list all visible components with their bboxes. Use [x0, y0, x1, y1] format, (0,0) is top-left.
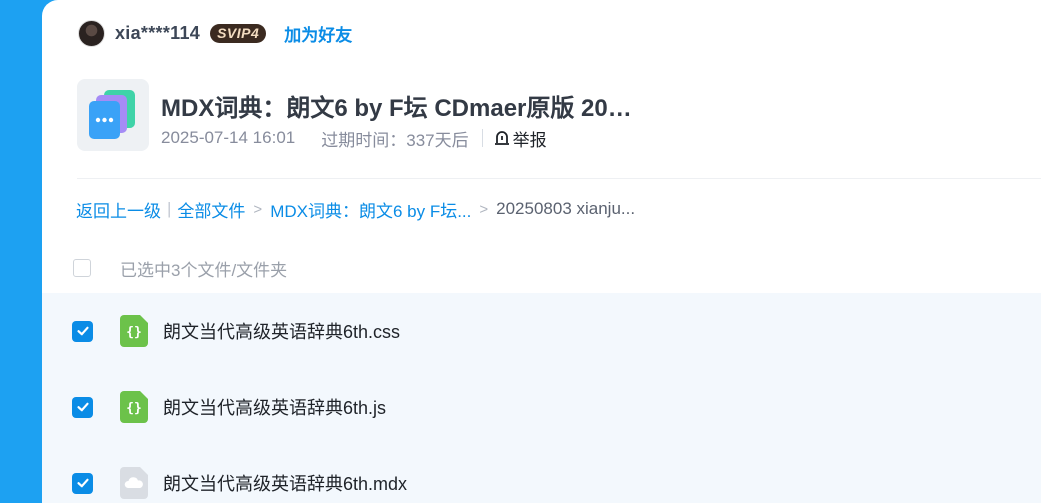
chevron-right-icon: > [253, 200, 263, 218]
share-title: MDX词典：朗文6 by F坛 CDmaer原版 20… [161, 95, 632, 122]
chevron-right-icon: > [479, 200, 489, 218]
svg-text:{}: {} [126, 401, 142, 416]
share-folder-icon [77, 79, 149, 151]
file-list: {} 朗文当代高级英语辞典6th.css {} 朗文当代高级英语辞典6th.js… [42, 293, 1041, 503]
file-name[interactable]: 朗文当代高级英语辞典6th.mdx [163, 470, 407, 496]
meta-divider [481, 129, 483, 147]
file-checkbox[interactable] [72, 320, 93, 342]
breadcrumb-folder-link[interactable]: MDX词典：朗文6 by F坛... [270, 197, 471, 222]
file-checkbox[interactable] [72, 396, 93, 418]
report-label: 举报 [512, 130, 547, 150]
selection-count: 已选中3个文件/文件夹 [120, 260, 288, 280]
add-friend-button[interactable]: 加为好友 [284, 21, 352, 46]
code-file-icon: {} [120, 315, 148, 347]
file-row[interactable]: {} 朗文当代高级英语辞典6th.css [42, 293, 1041, 369]
share-meta: 2025-07-14 16:01 过期时间：337天后 举报 [161, 126, 547, 150]
svg-text:{}: {} [126, 325, 142, 340]
share-date: 2025-07-14 16:01 [161, 128, 296, 147]
divider [77, 178, 1041, 179]
file-row[interactable]: {} 朗文当代高级英语辞典6th.js [42, 369, 1041, 445]
breadcrumb-all-files-link[interactable]: 全部文件 [177, 197, 245, 222]
file-checkbox[interactable] [72, 472, 93, 494]
report-button[interactable]: 举报 [493, 126, 547, 151]
share-panel: xia****114 SVIP4 加为好友 MDX词典：朗文6 by F坛 CD… [42, 0, 1041, 503]
breadcrumb: 返回上一级 | 全部文件 > MDX词典：朗文6 by F坛... > 2025… [76, 197, 635, 221]
breadcrumb-back-link[interactable]: 返回上一级 [76, 197, 161, 222]
avatar[interactable] [78, 19, 105, 47]
sharer-info: xia****114 SVIP4 加为好友 [78, 18, 352, 48]
file-row[interactable]: 朗文当代高级英语辞典6th.mdx [42, 445, 1041, 503]
file-name[interactable]: 朗文当代高级英语辞典6th.css [163, 318, 400, 344]
file-name[interactable]: 朗文当代高级英语辞典6th.js [163, 394, 386, 420]
vip-badge: SVIP4 [210, 23, 267, 43]
breadcrumb-current: 20250803 xianju... [496, 199, 636, 218]
code-file-icon: {} [120, 391, 148, 423]
breadcrumb-separator: | [167, 199, 172, 218]
report-icon [494, 131, 509, 145]
select-all-row: 已选中3个文件/文件夹 [73, 256, 287, 280]
select-all-checkbox[interactable] [73, 259, 91, 277]
username: xia****114 [115, 22, 201, 43]
expire-time: 过期时间：337天后 [321, 130, 469, 150]
cloud-file-icon [120, 467, 148, 499]
